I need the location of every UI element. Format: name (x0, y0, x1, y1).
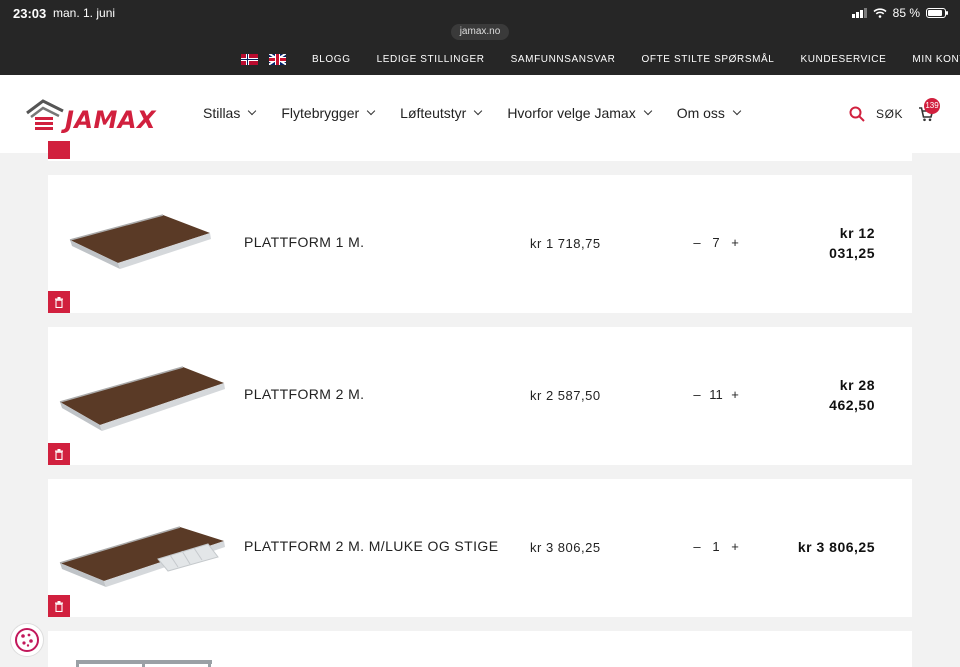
cart-row: PLATTFORM 2 M. M/LUKE OG STIGE kr 3 806,… (48, 479, 912, 617)
line-total: kr 3 806,25 (725, 537, 875, 557)
line-total-part: 031,25 (829, 245, 875, 261)
line-total-part: 462,50 (829, 397, 875, 413)
delete-item-button[interactable] (48, 443, 70, 465)
decrease-qty-button[interactable]: – (692, 387, 702, 402)
unit-price: kr 2 587,50 (530, 388, 601, 403)
quantity-value[interactable]: 7 (702, 235, 730, 250)
nav-item-stillas[interactable]: Stillas (203, 105, 257, 121)
status-time: 23:03 (13, 6, 47, 21)
search-label[interactable]: SØK (876, 107, 903, 121)
util-link-kundeservice[interactable]: KUNDESERVICE (800, 54, 886, 65)
delete-item-button[interactable] (48, 595, 70, 617)
product-name[interactable]: PLATTFORM 1 M. (244, 234, 364, 250)
status-date: man. 1. juni (53, 6, 116, 20)
cart-row: PLATTFORM 1 M. kr 1 718,75 – 7 + kr 12 0… (48, 175, 912, 313)
trash-icon (55, 448, 63, 460)
nav-label: Hvorfor velge Jamax (507, 105, 636, 121)
chevron-down-icon (248, 106, 257, 116)
quantity-value[interactable]: 11 (702, 387, 730, 402)
product-image (59, 526, 225, 587)
util-link-samfunnsansvar[interactable]: SAMFUNNSANSVAR (511, 54, 616, 65)
product-name[interactable]: PLATTFORM 2 M. M/LUKE OG STIGE (244, 538, 498, 554)
top-bar: 23:03 man. 1. juni 85 % jamax.no BLOGG L… (0, 0, 960, 75)
cookie-icon (15, 628, 39, 652)
wifi-icon (873, 8, 887, 18)
delete-item-button[interactable] (48, 291, 70, 313)
nav-label: Om oss (676, 105, 725, 121)
battery-icon (926, 8, 948, 18)
url-bar[interactable]: jamax.no (451, 24, 509, 40)
unit-price: kr 1 718,75 (530, 236, 601, 251)
increase-qty-button[interactable]: + (730, 235, 740, 250)
util-link-blogg[interactable]: BLOGG (312, 54, 351, 65)
quantity-stepper: – 7 + (692, 235, 740, 250)
cart-row-partial (48, 153, 912, 161)
cookie-settings-button[interactable] (10, 623, 44, 657)
chevron-down-icon (474, 106, 483, 116)
cart-count-badge: 139 (924, 98, 940, 114)
nav-label: Flytebrygger (281, 105, 360, 121)
line-total: kr 12 031,25 (765, 223, 875, 263)
search-icon[interactable] (849, 106, 865, 122)
cart-row-partial (48, 631, 912, 667)
logo-text: JAMAX (65, 106, 156, 134)
site-header: JAMAX Stillas Flytebrygger Løfteutstyr H… (0, 75, 960, 153)
nav-label: Stillas (203, 105, 241, 121)
util-link-ledige-stillinger[interactable]: LEDIGE STILLINGER (377, 54, 485, 65)
delete-button-partial[interactable] (48, 141, 70, 159)
line-total-part: kr 12 (839, 225, 875, 241)
decrease-qty-button[interactable]: – (692, 235, 702, 250)
chevron-down-icon (366, 106, 376, 116)
increase-qty-button[interactable]: + (730, 387, 740, 402)
trash-icon (55, 296, 63, 308)
trash-icon (55, 600, 63, 612)
util-link-min-konto[interactable]: MIN KONTO (912, 54, 960, 65)
line-total-part: kr 28 (839, 377, 875, 393)
line-total-part: kr 3 806,25 (797, 539, 875, 555)
signal-icon (851, 8, 867, 18)
nav-label: Løfteutstyr (400, 105, 467, 121)
chevron-down-icon (732, 106, 742, 116)
nav-item-om-oss[interactable]: Om oss (676, 105, 742, 121)
quantity-stepper: – 11 + (692, 387, 740, 402)
chevron-down-icon (643, 106, 652, 116)
logo-roof-icon (26, 99, 64, 130)
nav-item-lofteutstyr[interactable]: Løfteutstyr (400, 105, 483, 121)
cart-row: PLATTFORM 2 M. kr 2 587,50 – 11 + kr 28 … (48, 327, 912, 465)
line-total: kr 28 462,50 (765, 375, 875, 415)
uk-flag-icon[interactable] (269, 54, 286, 65)
jamax-logo[interactable]: JAMAX (25, 97, 177, 134)
product-image (76, 660, 212, 667)
product-name[interactable]: PLATTFORM 2 M. (244, 386, 364, 402)
main-nav: Stillas Flytebrygger Løfteutstyr Hvorfor… (203, 105, 766, 121)
product-image (69, 214, 211, 269)
utility-nav: BLOGG LEDIGE STILLINGER SAMFUNNSANSVAR O… (241, 54, 960, 65)
unit-price: kr 3 806,25 (530, 540, 601, 555)
status-indicators: 85 % (851, 6, 948, 20)
decrease-qty-button[interactable]: – (692, 539, 702, 554)
nav-item-hvorfor-velge-jamax[interactable]: Hvorfor velge Jamax (507, 105, 652, 121)
battery-percent: 85 % (892, 6, 920, 20)
util-link-faq[interactable]: OFTE STILTE SPØRSMÅL (642, 54, 775, 65)
product-image (59, 366, 225, 431)
norwegian-flag-icon[interactable] (241, 54, 258, 65)
nav-item-flytebrygger[interactable]: Flytebrygger (281, 105, 376, 121)
